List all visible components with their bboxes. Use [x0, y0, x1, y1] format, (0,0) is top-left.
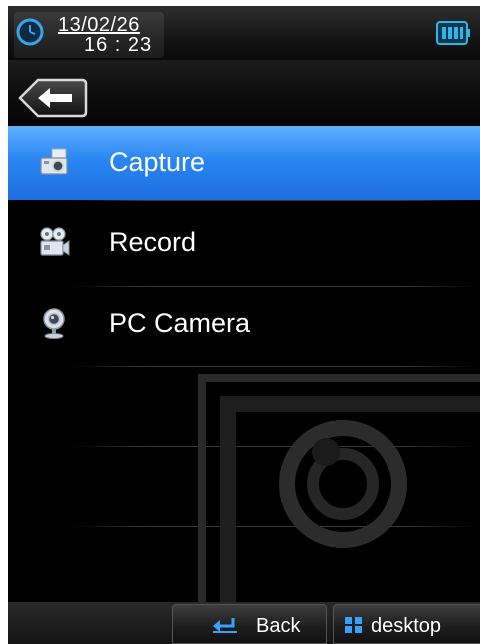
menu-item-label: PC Camera [109, 308, 251, 338]
menu-item-record[interactable]: Record [8, 206, 480, 280]
menu-item-capture[interactable]: Capture [8, 126, 480, 200]
video-camera-icon [40, 227, 70, 256]
camera-photo-icon [40, 148, 68, 175]
menu-divider [68, 200, 480, 201]
status-time: 16 : 23 [84, 34, 153, 56]
back-button-label: Back [256, 615, 301, 637]
webcam-icon [43, 308, 65, 339]
desktop-button[interactable]: desktop [333, 604, 480, 644]
menu-item-pc-camera[interactable]: PC Camera [8, 287, 480, 361]
battery-icon [436, 21, 470, 45]
device-screen: 13/02/26 16 : 23 Capture Record PC Camer… [8, 6, 480, 644]
grid-icon [345, 617, 362, 633]
return-arrow-icon [213, 618, 237, 633]
clock-widget: 13/02/26 16 : 23 [14, 12, 164, 58]
menu-item-label: Capture [109, 147, 206, 177]
back-arrow-button[interactable] [18, 78, 88, 118]
status-bar: 13/02/26 16 : 23 [8, 6, 480, 60]
desktop-button-label: desktop [371, 615, 442, 637]
title-bar [8, 60, 480, 124]
menu-item-label: Record [109, 227, 197, 257]
clock-icon [16, 18, 44, 46]
menu-divider [68, 366, 480, 367]
back-button[interactable]: Back [172, 604, 327, 644]
camera-watermark-icon [198, 374, 480, 634]
